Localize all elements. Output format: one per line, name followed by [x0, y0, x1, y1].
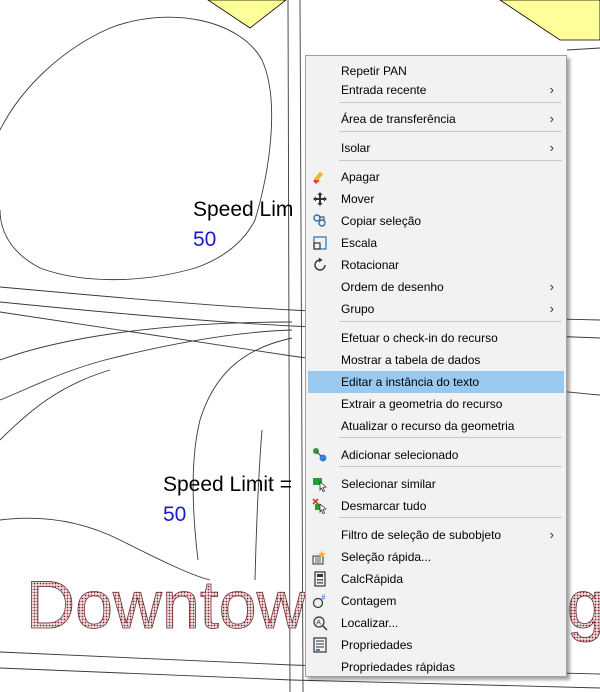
menu-item-label: CalcRápida	[341, 572, 404, 586]
menu-item-label: Grupo	[341, 302, 375, 316]
menu-item-label: Entrada recente	[341, 83, 427, 97]
speed-limit-value-2[interactable]: 50	[163, 503, 186, 527]
parcel-yellow-right	[499, 0, 600, 41]
menu-item-grupo[interactable]: Grupo ›	[308, 298, 564, 320]
menu-separator	[339, 321, 562, 322]
menu-item-label: Isolar	[341, 141, 371, 155]
menu-item-label: Área de transferência	[341, 112, 456, 126]
menu-item-label: Filtro de seleção de subobjeto	[341, 528, 502, 542]
menu-item-label: Efetuar o check-in do recurso	[341, 331, 498, 345]
menu-item-apagar[interactable]: Apagar	[308, 166, 564, 188]
menu-item-label: Localizar...	[341, 616, 399, 630]
menu-item-contagem[interactable]: # Contagem	[308, 590, 564, 612]
parcel-yellow-left	[207, 0, 287, 29]
chevron-right-icon: ›	[549, 82, 554, 97]
menu-item-adicionar-selecionado[interactable]: Adicionar selecionado	[308, 444, 564, 466]
menu-item-label: Contagem	[341, 594, 397, 608]
menu-item-label: Atualizar o recurso da geometria	[341, 419, 515, 433]
add-selected-icon	[312, 447, 328, 463]
watermark-text-left: Downtow	[26, 567, 307, 643]
menu-item-label: Editar a instância do texto	[341, 375, 480, 389]
menu-separator	[339, 131, 562, 132]
properties-icon	[312, 637, 328, 653]
speed-limit-label-2[interactable]: Speed Limit =	[163, 473, 292, 497]
menu-item-copiar-selecao[interactable]: Copiar seleção	[308, 210, 564, 232]
menu-item-filtro-de-selecao-de-subobjeto[interactable]: Filtro de seleção de subobjeto ›	[308, 524, 564, 546]
context-menu: Repetir PAN Entrada recente › Área de trans…	[305, 55, 567, 677]
menu-item-label: Repetir PAN	[341, 64, 407, 78]
chevron-right-icon: ›	[549, 527, 554, 542]
eraser-icon	[312, 169, 328, 185]
menu-item-propriedades[interactable]: Propriedades	[308, 634, 564, 656]
menu-item-label: Adicionar selecionado	[341, 448, 459, 462]
count-icon: #	[312, 593, 328, 609]
svg-text:#: #	[321, 593, 326, 602]
menu-item-isolar[interactable]: Isolar ›	[308, 137, 564, 159]
speed-limit-value-1[interactable]: 50	[193, 228, 216, 252]
menu-item-rotacionar[interactable]: Rotacionar	[308, 254, 564, 276]
menu-item-mostrar-a-tabela-de-dados[interactable]: Mostrar a tabela de dados	[308, 349, 564, 371]
menu-item-label: Rotacionar	[341, 258, 400, 272]
menu-item-label: Apagar	[341, 170, 380, 184]
rotate-icon	[312, 257, 328, 273]
svg-text:A: A	[316, 620, 321, 627]
move-icon	[312, 191, 328, 207]
menu-item-label: Ordem de desenho	[341, 280, 444, 294]
menu-item-label: Selecionar similar	[341, 477, 436, 491]
menu-item-selecao-rapida[interactable]: Seleção rápida...	[308, 546, 564, 568]
menu-item-mover[interactable]: Mover	[308, 188, 564, 210]
menu-item-label: Propriedades	[341, 638, 413, 652]
menu-item-entrada-recente[interactable]: Entrada recente ›	[308, 79, 564, 101]
watermark-text-right: g	[567, 567, 600, 643]
chevron-right-icon: ›	[549, 279, 554, 294]
menu-separator	[339, 102, 562, 103]
menu-item-label: Desmarcar tudo	[341, 499, 427, 513]
menu-item-localizar[interactable]: A Localizar...	[308, 612, 564, 634]
deselect-all-icon	[312, 498, 328, 514]
menu-item-propriedades-rapidas[interactable]: Propriedades rápidas	[308, 656, 564, 678]
menu-item-atualizar-o-recurso-da-geometria[interactable]: Atualizar o recurso da geometria	[308, 415, 564, 437]
menu-item-editar-a-instancia-do-texto[interactable]: Editar a instância do texto	[308, 371, 564, 393]
menu-item-label: Mostrar a tabela de dados	[341, 353, 481, 367]
speed-limit-label-1[interactable]: Speed Lim	[193, 198, 293, 222]
menu-item-label: Extrair a geometria do recurso	[341, 397, 503, 411]
chevron-right-icon: ›	[549, 140, 554, 155]
menu-item-desmarcar-tudo[interactable]: Desmarcar tudo	[308, 495, 564, 517]
menu-item-label: Seleção rápida...	[341, 550, 432, 564]
menu-separator	[339, 466, 562, 467]
menu-item-label: Mover	[341, 192, 375, 206]
menu-item-label: Escala	[341, 236, 378, 250]
menu-item-extrair-a-geometria-do-recurso[interactable]: Extrair a geometria do recurso	[308, 393, 564, 415]
copy-icon	[312, 213, 328, 229]
scale-icon	[312, 235, 328, 251]
menu-separator	[339, 517, 562, 518]
menu-item-calcrapida[interactable]: CalcRápida	[308, 568, 564, 590]
chevron-right-icon: ›	[549, 301, 554, 316]
menu-item-label: Propriedades rápidas	[341, 660, 456, 674]
menu-item-efetuar-o-check-in-do-recurso[interactable]: Efetuar o check-in do recurso	[308, 327, 564, 349]
chevron-right-icon: ›	[549, 111, 554, 126]
quick-select-icon	[312, 549, 328, 565]
find-icon: A	[312, 615, 328, 631]
menu-item-area-de-transferencia[interactable]: Área de transferência ›	[308, 108, 564, 130]
menu-separator	[339, 437, 562, 438]
calculator-icon	[312, 571, 328, 587]
menu-item-selecionar-similar[interactable]: Selecionar similar	[308, 473, 564, 495]
select-similar-icon	[312, 476, 328, 492]
menu-item-escala[interactable]: Escala	[308, 232, 564, 254]
menu-separator	[339, 160, 562, 161]
menu-item-ordem-de-desenho[interactable]: Ordem de desenho ›	[308, 276, 564, 298]
menu-item-label: Copiar seleção	[341, 214, 422, 228]
